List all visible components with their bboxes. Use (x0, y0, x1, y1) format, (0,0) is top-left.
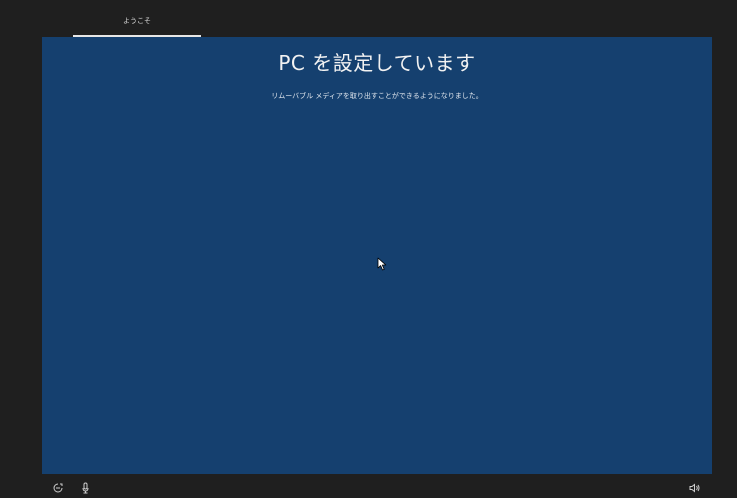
volume-icon[interactable] (689, 482, 701, 494)
bottom-bar (0, 476, 737, 498)
status-message: リムーバブル メディアを取り出すことができるようになりました。 (271, 92, 483, 100)
page-title: PC を設定しています (278, 51, 476, 75)
tab-strip: ようこそ (0, 0, 737, 37)
accessibility-icon[interactable] (52, 482, 64, 494)
mouse-pointer-icon (377, 257, 387, 271)
microphone-icon[interactable] (80, 482, 92, 494)
setup-panel: PC を設定しています リムーバブル メディアを取り出すことができるようになりま… (42, 37, 712, 474)
tab-welcome: ようこそ (123, 17, 151, 25)
oobe-screen: ようこそ PC を設定しています リムーバブル メディアを取り出すことができるよ… (0, 0, 737, 498)
